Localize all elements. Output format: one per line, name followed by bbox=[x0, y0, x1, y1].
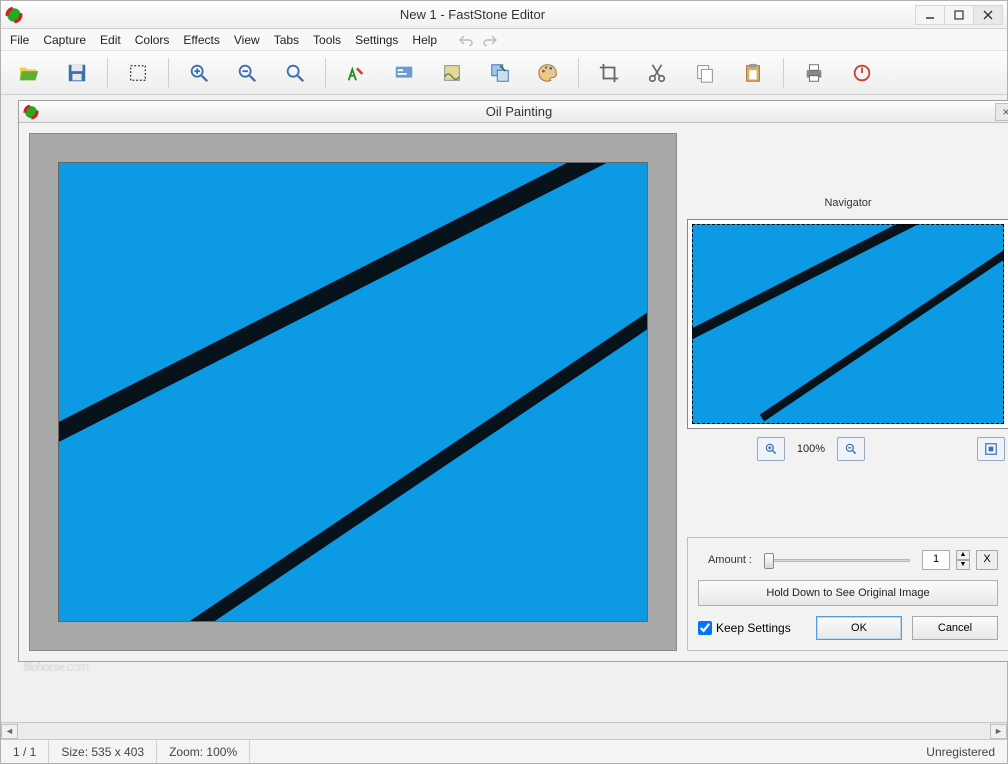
navigator-zoom-out-button[interactable] bbox=[837, 437, 865, 461]
print-button[interactable] bbox=[792, 54, 836, 92]
navigator-fit-button[interactable] bbox=[977, 437, 1005, 461]
select-button[interactable] bbox=[116, 54, 160, 92]
scroll-right-button[interactable]: ► bbox=[990, 724, 1007, 739]
resize-button[interactable] bbox=[478, 54, 522, 92]
draw-button[interactable] bbox=[334, 54, 378, 92]
status-registration: Unregistered bbox=[914, 740, 1007, 763]
palette-button[interactable] bbox=[526, 54, 570, 92]
menu-help[interactable]: Help bbox=[405, 31, 444, 49]
undo-icon[interactable] bbox=[457, 31, 475, 49]
menu-tools[interactable]: Tools bbox=[306, 31, 348, 49]
menu-tabs[interactable]: Tabs bbox=[267, 31, 306, 49]
menu-file[interactable]: File bbox=[3, 31, 36, 49]
keep-settings-label: Keep Settings bbox=[716, 621, 791, 635]
amount-spin-down[interactable]: ▼ bbox=[956, 560, 970, 570]
redo-icon[interactable] bbox=[481, 31, 499, 49]
navigator-zoom-in-button[interactable] bbox=[757, 437, 785, 461]
amount-slider[interactable] bbox=[758, 551, 916, 569]
edge-button[interactable] bbox=[430, 54, 474, 92]
open-button[interactable] bbox=[7, 54, 51, 92]
amount-label: Amount : bbox=[698, 554, 752, 566]
keep-settings-checkbox[interactable] bbox=[698, 621, 712, 635]
amount-reset-button[interactable]: X bbox=[976, 550, 998, 570]
save-button[interactable] bbox=[55, 54, 99, 92]
amount-spin-up[interactable]: ▲ bbox=[956, 550, 970, 560]
cancel-button[interactable]: Cancel bbox=[912, 616, 998, 640]
caption-button[interactable] bbox=[382, 54, 426, 92]
dialog-title: Oil Painting bbox=[43, 104, 995, 119]
settings-group: Amount : 1 ▲ ▼ X Hold Down to See Origin… bbox=[687, 537, 1008, 651]
oil-painting-dialog: Oil Painting × Navigator 100% bbox=[18, 100, 1008, 662]
menu-capture[interactable]: Capture bbox=[36, 31, 93, 49]
app-icon bbox=[5, 6, 23, 24]
menu-bar: File Capture Edit Colors Effects View Ta… bbox=[1, 29, 1007, 51]
zoom-in-button[interactable] bbox=[177, 54, 221, 92]
ok-button[interactable]: OK bbox=[816, 616, 902, 640]
cut-button[interactable] bbox=[635, 54, 679, 92]
menu-settings[interactable]: Settings bbox=[348, 31, 405, 49]
horizontal-scrollbar[interactable]: ◄ ► bbox=[1, 722, 1007, 739]
status-bar: 1 / 1 Size: 535 x 403 Zoom: 100% Unregis… bbox=[1, 739, 1007, 763]
dialog-icon bbox=[23, 104, 39, 120]
hold-original-button[interactable]: Hold Down to See Original Image bbox=[698, 580, 998, 606]
maximize-button[interactable] bbox=[944, 5, 974, 25]
navigator-box[interactable] bbox=[687, 219, 1008, 429]
paste-button[interactable] bbox=[731, 54, 775, 92]
menu-edit[interactable]: Edit bbox=[93, 31, 128, 49]
status-size: Size: 535 x 403 bbox=[49, 740, 157, 763]
copy-button[interactable] bbox=[683, 54, 727, 92]
menu-view[interactable]: View bbox=[227, 31, 267, 49]
menu-colors[interactable]: Colors bbox=[128, 31, 177, 49]
preview-pane bbox=[29, 133, 677, 651]
close-tool-button[interactable] bbox=[840, 54, 884, 92]
dialog-close-button[interactable]: × bbox=[995, 103, 1008, 121]
scroll-left-button[interactable]: ◄ bbox=[1, 724, 18, 739]
crop-button[interactable] bbox=[587, 54, 631, 92]
amount-value[interactable]: 1 bbox=[922, 550, 950, 570]
toolbar bbox=[1, 51, 1007, 95]
menu-effects[interactable]: Effects bbox=[176, 31, 226, 49]
status-page: 1 / 1 bbox=[1, 740, 49, 763]
minimize-button[interactable] bbox=[915, 5, 945, 25]
close-button[interactable] bbox=[973, 5, 1003, 25]
status-zoom: Zoom: 100% bbox=[157, 740, 250, 763]
navigator-zoom-text: 100% bbox=[791, 443, 831, 455]
navigator-label: Navigator bbox=[687, 197, 1008, 211]
dialog-title-bar: Oil Painting × bbox=[19, 101, 1008, 123]
zoom-out-button[interactable] bbox=[225, 54, 269, 92]
preview-image bbox=[58, 162, 648, 622]
title-bar: New 1 - FastStone Editor bbox=[1, 1, 1007, 29]
keep-settings-row[interactable]: Keep Settings bbox=[698, 621, 806, 635]
window-title: New 1 - FastStone Editor bbox=[29, 7, 916, 22]
zoom-actual-button[interactable] bbox=[273, 54, 317, 92]
